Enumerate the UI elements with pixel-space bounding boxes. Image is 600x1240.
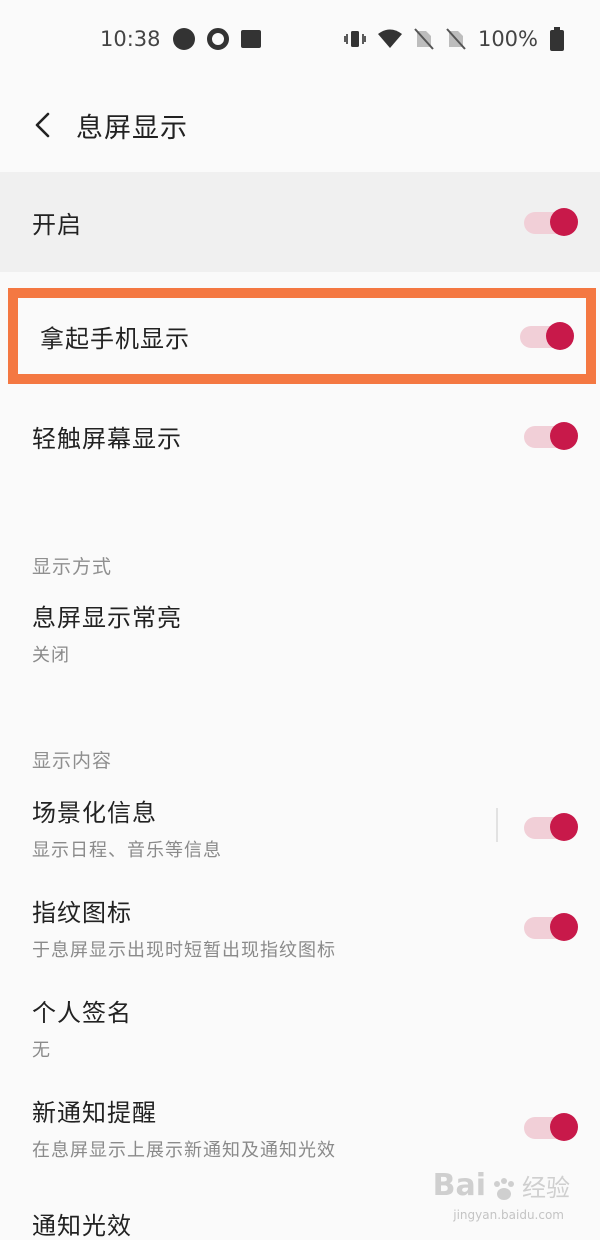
toggle-knob — [550, 422, 578, 450]
q-app-icon — [206, 28, 229, 50]
watermark-sub: jingyan.baidu.com — [453, 1208, 564, 1222]
highlighted-pickup-row[interactable]: 拿起手机显示 — [8, 288, 596, 384]
signature-row[interactable]: 个人签名 无 — [0, 992, 600, 1062]
battery-icon — [550, 27, 564, 51]
app-header: 息屏显示 — [0, 78, 600, 172]
always-on-title: 息屏显示常亮 — [32, 604, 182, 632]
toggle-knob — [546, 322, 574, 350]
master-switch-label: 开启 — [32, 210, 82, 239]
master-switch-row[interactable]: 开启 — [0, 172, 600, 272]
toggle-knob — [550, 208, 578, 236]
signature-title: 个人签名 — [32, 998, 132, 1027]
status-left: 10:38 — [100, 27, 261, 51]
notification-dot-icon — [172, 28, 195, 50]
always-on-subtitle: 关闭 — [32, 645, 70, 666]
context-info-subtitle: 显示日程、音乐等信息 — [32, 839, 222, 861]
vertical-divider — [496, 808, 498, 842]
vibrate-icon — [344, 28, 366, 50]
no-sim-icon — [414, 28, 434, 50]
master-toggle[interactable] — [524, 208, 578, 236]
toggle-knob — [550, 1113, 578, 1141]
fingerprint-text: 指纹图标 于息屏显示出现时短暂出现指纹图标 — [32, 893, 336, 962]
watermark-logo: Bai — [432, 1168, 486, 1203]
context-info-row[interactable]: 场景化信息 显示日程、音乐等信息 — [0, 792, 600, 862]
tap-display-label: 轻触屏幕显示 — [32, 424, 182, 453]
fingerprint-toggle[interactable] — [524, 913, 578, 941]
always-on-text: 息屏显示常亮 关闭 — [32, 598, 182, 667]
new-notification-row[interactable]: 新通知提醒 在息屏显示上展示新通知及通知光效 — [0, 1092, 600, 1162]
wifi-icon — [377, 29, 402, 49]
status-right: 100% — [344, 27, 564, 51]
fingerprint-subtitle: 于息屏显示出现时短暂出现指纹图标 — [32, 939, 336, 961]
notification-light-title: 通知光效 — [32, 1212, 132, 1240]
status-bar: 10:38 100% — [0, 0, 600, 78]
pickup-display-toggle[interactable] — [520, 322, 574, 350]
tap-display-row[interactable]: 轻触屏幕显示 — [0, 400, 600, 472]
page-title: 息屏显示 — [76, 112, 188, 144]
watermark-label: 经验 — [522, 1174, 570, 1202]
no-sim-icon — [446, 28, 466, 50]
always-on-row[interactable]: 息屏显示常亮 关闭 — [0, 598, 600, 668]
pickup-display-label: 拿起手机显示 — [40, 324, 190, 353]
battery-text: 100% — [477, 27, 538, 51]
back-arrow-icon[interactable] — [28, 105, 58, 145]
new-notification-toggle[interactable] — [524, 1113, 578, 1141]
tap-display-toggle[interactable] — [524, 422, 578, 450]
fingerprint-icon-row[interactable]: 指纹图标 于息屏显示出现时短暂出现指纹图标 — [0, 892, 600, 962]
signature-subtitle: 无 — [32, 1039, 51, 1061]
context-info-toggle[interactable] — [524, 813, 578, 841]
new-notification-title: 新通知提醒 — [32, 1098, 157, 1127]
paw-icon — [490, 1175, 518, 1203]
context-info-title: 场景化信息 — [32, 798, 157, 827]
new-notification-subtitle: 在息屏显示上展示新通知及通知光效 — [32, 1139, 336, 1161]
image-icon — [240, 30, 261, 48]
baidu-watermark: Bai 经验 jingyan.baidu.com — [432, 1168, 570, 1222]
signature-text: 个人签名 无 — [32, 993, 132, 1062]
toggle-knob — [550, 813, 578, 841]
status-time: 10:38 — [100, 27, 161, 51]
context-info-text: 场景化信息 显示日程、音乐等信息 — [32, 793, 222, 862]
fingerprint-title: 指纹图标 — [32, 898, 132, 927]
toggle-knob — [550, 913, 578, 941]
new-notification-text: 新通知提醒 在息屏显示上展示新通知及通知光效 — [32, 1093, 336, 1162]
section-label-display-mode: 显示方式 — [32, 556, 113, 578]
section-label-display-content: 显示内容 — [32, 750, 113, 772]
